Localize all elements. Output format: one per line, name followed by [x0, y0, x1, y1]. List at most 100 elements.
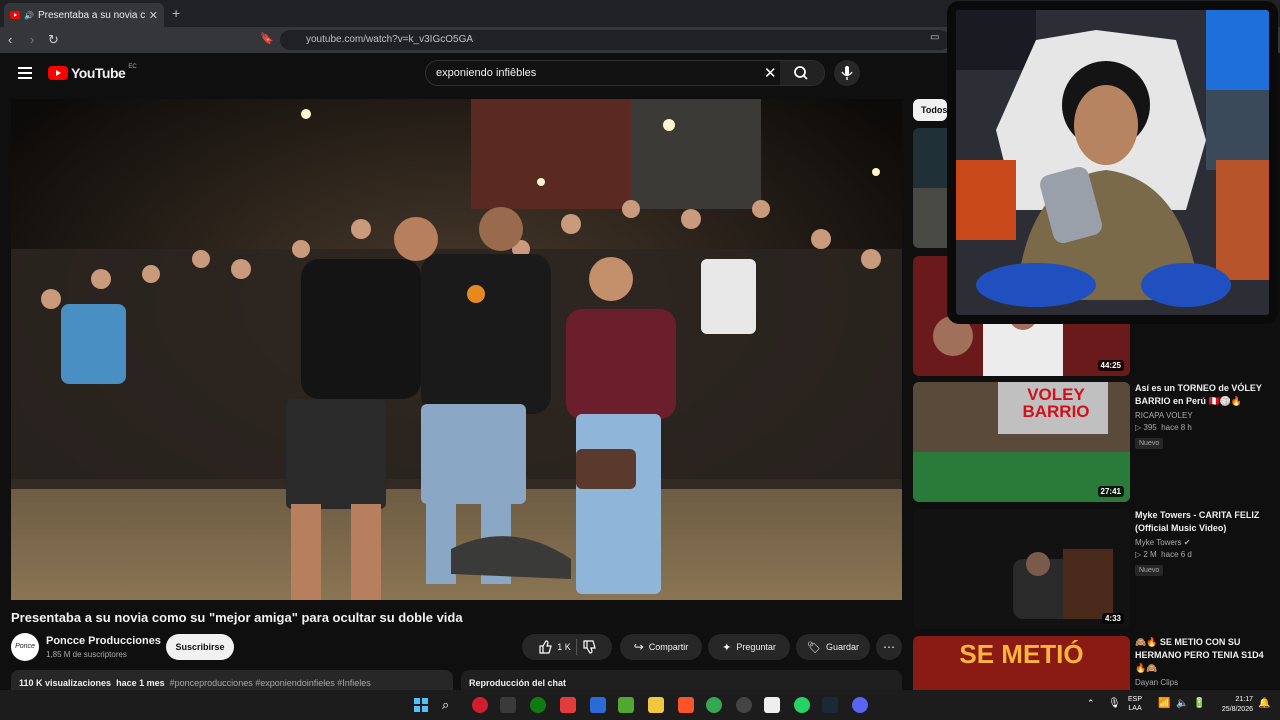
ask-button[interactable]: ✦ Preguntar [708, 634, 790, 660]
sidebar-video-meta[interactable]: 🙈🔥 SE METIO CON SU HERMANO PERO TENIA S1… [1135, 636, 1265, 687]
sidebar-views: ▷ 2 M [1135, 550, 1157, 559]
sidebar-video-title[interactable]: Así es un TORNEO de VÓLEY BARRIO en Perú… [1135, 382, 1265, 408]
menu-icon[interactable] [18, 67, 32, 79]
sidebar-channel-name[interactable]: RICAPA VOLEY [1135, 411, 1265, 420]
discord-icon[interactable] [852, 697, 868, 713]
new-badge: Nuevo [1135, 438, 1164, 449]
like-button[interactable]: 1 K [538, 640, 571, 654]
whatsapp-icon[interactable] [794, 697, 810, 713]
steam-icon[interactable] [822, 697, 838, 713]
channel-name[interactable]: Poncce Producciones [46, 635, 161, 647]
cast-icon[interactable]: ▭ [930, 32, 939, 43]
sidebar-channel-name[interactable]: Myke Towers ✔ [1135, 538, 1265, 547]
sidebar-channel-name[interactable]: Dayan Clips [1135, 678, 1265, 687]
sidebar-video-meta[interactable]: Myke Towers - CARITA FELIZ (Official Mus… [1135, 509, 1265, 577]
brave-browser-icon[interactable] [678, 697, 694, 713]
minecraft-icon[interactable] [618, 697, 634, 713]
microphone-tray-icon[interactable]: 🎙 [1108, 698, 1121, 709]
sidebar-thumbnail[interactable]: 4:33 [913, 509, 1130, 629]
thumbs-down-icon[interactable] [582, 640, 596, 654]
close-tab-icon[interactable]: ✕ [149, 9, 158, 22]
speaker-icon: 🔊 [24, 10, 34, 20]
media-app-icon[interactable] [560, 697, 576, 713]
forward-icon[interactable]: › [30, 32, 34, 47]
new-badge: Nuevo [1135, 565, 1164, 576]
sidebar-thumbnail[interactable]: SE METIÓ [913, 636, 1130, 690]
language-indicator[interactable]: ESP LAA [1128, 695, 1142, 713]
more-icon: ⋯ [883, 640, 895, 654]
obs-icon[interactable] [736, 697, 752, 713]
youtube-favicon-icon [10, 11, 20, 19]
video-title: Presentaba a su novia como su "mejor ami… [11, 610, 463, 625]
sidebar-video-title[interactable]: Myke Towers - CARITA FELIZ (Official Mus… [1135, 509, 1265, 535]
file-explorer-icon[interactable] [648, 697, 664, 713]
hashtags[interactable]: #ponceproducciones #exponiendoinfieles #… [170, 678, 371, 688]
video-duration: 44:25 [1097, 360, 1124, 371]
notification-icon[interactable]: 🔔 [1258, 698, 1270, 709]
upload-age: hace 1 mes [116, 678, 165, 688]
app-icon-blue[interactable] [590, 697, 606, 713]
sidebar-thumbnail[interactable]: VOLEY BARRIO 27:41 [913, 382, 1130, 502]
chat-replay-header[interactable]: Reproducción del chat [461, 670, 902, 690]
subscribe-button[interactable]: Suscribirse [166, 634, 234, 660]
volume-icon[interactable]: 🔈 [1176, 698, 1188, 709]
youtube-logo[interactable]: YouTube EC [48, 64, 137, 81]
xbox-icon[interactable] [530, 697, 546, 713]
bookmark-icon[interactable]: 🔖 [260, 32, 274, 45]
clock-time: 21:17 [1235, 696, 1253, 703]
search-input[interactable]: exponiendo infiêbles [436, 67, 536, 79]
sidebar-video-title[interactable]: 🙈🔥 SE METIO CON SU HERMANO PERO TENIA S1… [1135, 636, 1265, 675]
thumbnail-image [913, 509, 1130, 629]
url-field[interactable]: youtube.com/watch?v=k_v3IGcO5GA [280, 30, 950, 50]
battery-icon[interactable]: 🔋 [1193, 698, 1205, 709]
chrome-icon[interactable] [706, 697, 722, 713]
view-count: 110 K visualizaciones [19, 678, 112, 688]
sidebar-video-meta[interactable]: Así es un TORNEO de VÓLEY BARRIO en Perú… [1135, 382, 1265, 450]
video-duration: 27:41 [1097, 486, 1124, 497]
system-clock[interactable]: 21:17 25/8/2026 [1207, 695, 1253, 715]
search-button[interactable] [780, 61, 824, 85]
capcut-icon[interactable] [764, 697, 780, 713]
wifi-icon[interactable]: 📶 [1158, 698, 1170, 709]
country-code: EC [128, 64, 137, 70]
search-icon [794, 66, 808, 80]
description-box[interactable]: 110 K visualizaciones hace 1 mes #poncep… [11, 670, 453, 690]
youtube-logo-icon [48, 66, 68, 80]
webcam-overlay [947, 1, 1278, 324]
subscriber-count: 1,85 M de suscriptores [46, 650, 127, 659]
microphone-icon [841, 66, 853, 80]
ask-label: Preguntar [736, 642, 776, 652]
filter-chip-all[interactable]: Todos [913, 99, 947, 121]
windows-start-icon[interactable] [413, 697, 429, 713]
browser-tab[interactable]: 🔊 Presentaba a su novia como su "mejor a… [4, 3, 164, 27]
like-dislike-group: 1 K [522, 634, 612, 660]
save-label: Guardar [825, 642, 859, 652]
back-icon[interactable]: ‹ [8, 32, 12, 47]
store-icon[interactable] [500, 697, 516, 713]
share-button[interactable]: ↪ Compartir [620, 634, 702, 660]
channel-avatar[interactable]: Ponce [11, 633, 39, 661]
save-button[interactable]: 🏷 Guardar [796, 634, 870, 660]
share-label: Compartir [648, 642, 689, 652]
thumbs-up-icon [539, 640, 553, 654]
reload-icon[interactable]: ↻ [48, 32, 59, 48]
bookmark-save-icon: 🏷 [807, 641, 821, 654]
chevron-up-icon[interactable]: ⌃ [1087, 698, 1095, 709]
youtube-logo-text: YouTube [71, 65, 126, 81]
keyboard-layout: LAA [1128, 705, 1142, 712]
language-code: ESP [1128, 696, 1143, 703]
browser-tab-title: Presentaba a su novia como su "mejor ami… [37, 9, 145, 21]
chat-replay-label: Reproducción del chat [469, 678, 567, 688]
share-icon: ↪ [633, 640, 644, 654]
new-tab-icon[interactable]: + [172, 5, 180, 21]
video-player[interactable] [11, 99, 902, 600]
thumbnail-overlay-text: SE METIÓ [959, 639, 1084, 669]
more-actions-button[interactable]: ⋯ [876, 634, 902, 660]
clear-search-icon[interactable]: ✕ [764, 64, 777, 82]
voice-search-button[interactable] [834, 60, 860, 86]
app-icon-red[interactable] [472, 697, 488, 713]
search-box[interactable]: exponiendo infiêbles ✕ [425, 60, 825, 86]
search-taskbar-icon[interactable]: ⌕ [442, 697, 458, 713]
sidebar-age: hace 8 h [1161, 423, 1192, 432]
clock-date: 25/8/2026 [1221, 706, 1253, 713]
